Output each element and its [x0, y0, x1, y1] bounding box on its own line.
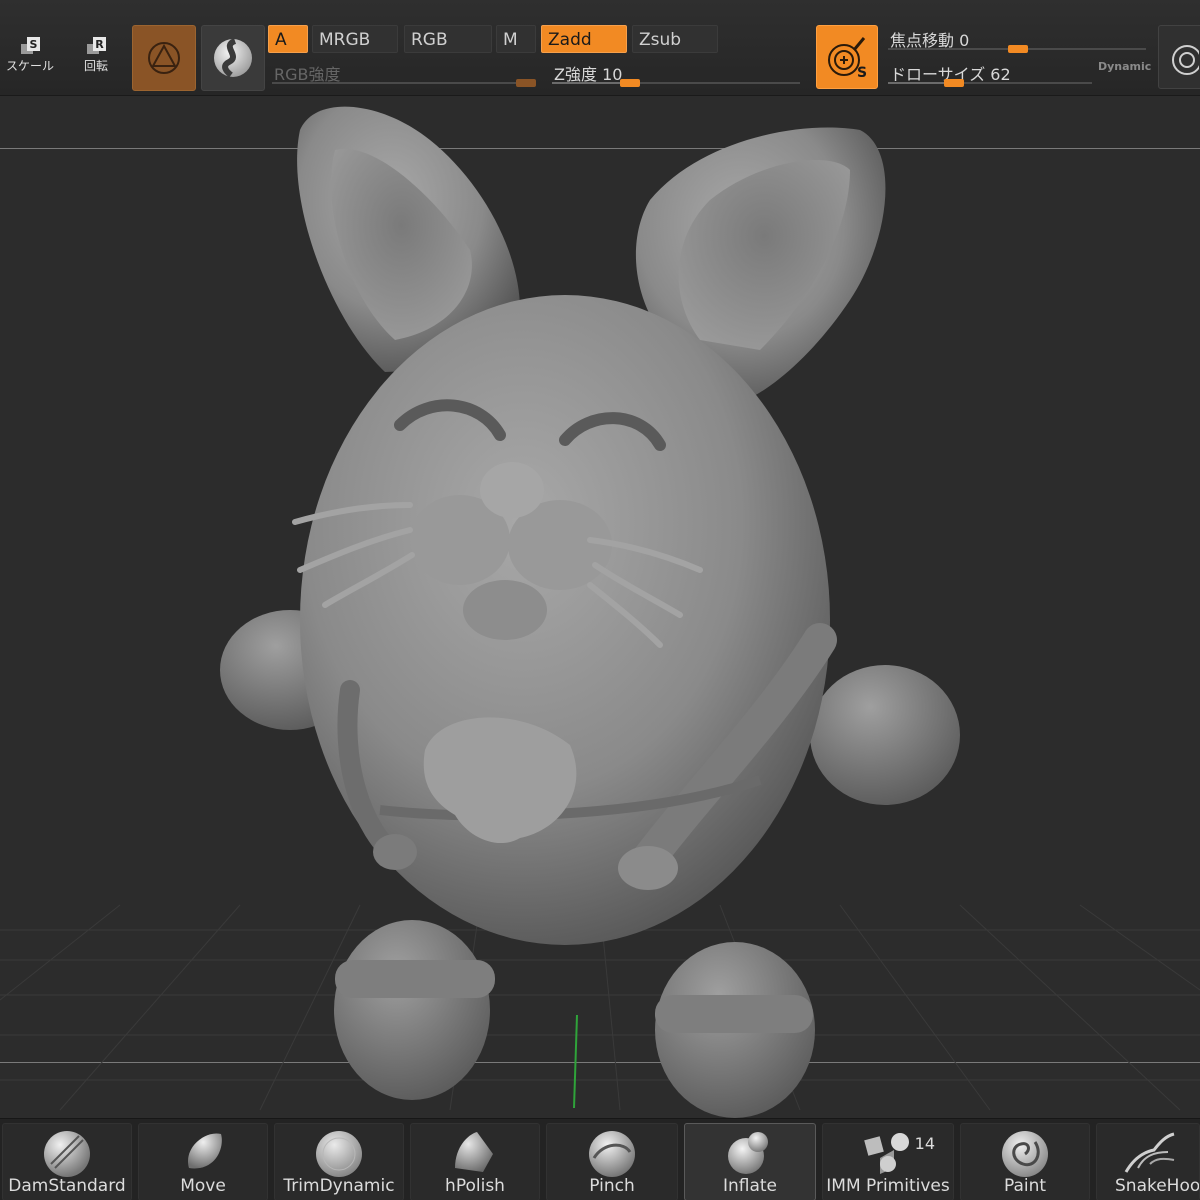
brush-label: TrimDynamic [283, 1176, 395, 1196]
brush-move[interactable]: Move [138, 1123, 268, 1200]
focal-shift-knob[interactable] [1008, 45, 1028, 53]
target-icon [1172, 45, 1200, 75]
focal-target-icon: S [828, 37, 867, 80]
draw-mode-icon [148, 42, 180, 74]
brush-label: hPolish [445, 1176, 505, 1196]
brush-imm-primitives[interactable]: 14 IMM Primitives [822, 1123, 954, 1200]
hpolish-brush-icon [455, 1132, 493, 1172]
brush-shelf: DamStandard Move TrimDynamic hPolish Pin… [0, 1118, 1200, 1200]
mode-rgb-button[interactable]: RGB [404, 25, 492, 53]
mode-zadd-button[interactable]: Zadd [541, 25, 627, 53]
brush-paint[interactable]: Paint [960, 1123, 1090, 1200]
brush-label: IMM Primitives [826, 1176, 950, 1196]
sculpt-model[interactable] [0, 96, 1200, 1118]
paint-brush-icon [1002, 1131, 1048, 1177]
scale-tool-button[interactable]: S スケール [0, 30, 60, 82]
snakehook-brush-icon [1124, 1132, 1175, 1173]
rotate-key: R [95, 38, 104, 51]
brush-label: Move [180, 1176, 226, 1196]
rotate-tool-button[interactable]: R 回転 [66, 30, 126, 82]
material-button[interactable] [201, 25, 265, 91]
right-arm [810, 665, 960, 805]
draw-size-knob[interactable] [944, 79, 964, 87]
y-axis-indicator [573, 1014, 578, 1109]
mode-a-button[interactable]: A [268, 25, 308, 53]
brush-hpolish[interactable]: hPolish [410, 1123, 540, 1200]
dynamic-brush-button[interactable]: S [816, 25, 878, 89]
brush-label: Inflate [722, 1176, 778, 1196]
mode-zsub-button[interactable]: Zsub [632, 25, 718, 53]
draw-mode-button[interactable] [132, 25, 196, 91]
z-intensity-fill [552, 82, 624, 84]
focal-shift-slider[interactable]: 焦点移動 0 [884, 24, 1150, 56]
brush-label: DamStandard [8, 1176, 126, 1196]
scale-label: スケール [5, 59, 54, 73]
nose [480, 462, 544, 518]
material-sphere-icon [214, 38, 252, 78]
rgb-intensity-track [272, 82, 536, 84]
left-leg [334, 920, 490, 1100]
z-intensity-knob[interactable] [620, 79, 640, 87]
mode-mrgb-button[interactable]: MRGB [312, 25, 398, 53]
rgb-intensity-knob[interactable] [516, 79, 536, 87]
scale-icon: S [21, 37, 40, 54]
brush-inflate[interactable]: Inflate [684, 1123, 816, 1200]
mouth [463, 580, 547, 640]
brush-pinch[interactable]: Pinch [546, 1123, 678, 1200]
imm-primitives-brush-icon [864, 1133, 909, 1174]
rgb-intensity-slider[interactable]: RGB強度 [268, 58, 540, 90]
inflate-brush-icon [728, 1132, 768, 1174]
brush-snakehook[interactable]: SnakeHook [1096, 1123, 1200, 1200]
brush-badge: 14 [914, 1134, 935, 1153]
brush-label: Paint [1003, 1176, 1047, 1196]
rotate-icon: R [87, 37, 106, 54]
trimdynamic-brush-icon [316, 1131, 362, 1177]
damstandard-brush-icon [44, 1131, 90, 1177]
overflow-tool-button[interactable] [1158, 25, 1200, 89]
pinch-brush-icon [589, 1131, 635, 1177]
brush-label: SnakeHook [1115, 1176, 1200, 1196]
move-brush-icon [187, 1133, 222, 1169]
brush-damstandard[interactable]: DamStandard [2, 1123, 132, 1200]
dynamic-size-toggle[interactable]: Dynamic [1098, 60, 1151, 73]
draw-size-slider[interactable]: ドローサイズ 62 [884, 58, 1096, 90]
rotate-label: 回転 [83, 59, 108, 73]
brush-label: Pinch [589, 1176, 635, 1196]
z-intensity-slider[interactable]: Z強度 10 [548, 58, 804, 90]
mode-m-button[interactable]: M [496, 25, 536, 53]
scale-key: S [30, 38, 38, 51]
top-toolbar: S スケール R 回転 A MRGB RGB M Zadd Zsub RGB強度… [0, 0, 1200, 96]
draw-size-fill [888, 82, 948, 84]
document-viewport[interactable] [0, 96, 1200, 1118]
brush-trimdynamic[interactable]: TrimDynamic [274, 1123, 404, 1200]
svg-text:S: S [857, 65, 867, 80]
